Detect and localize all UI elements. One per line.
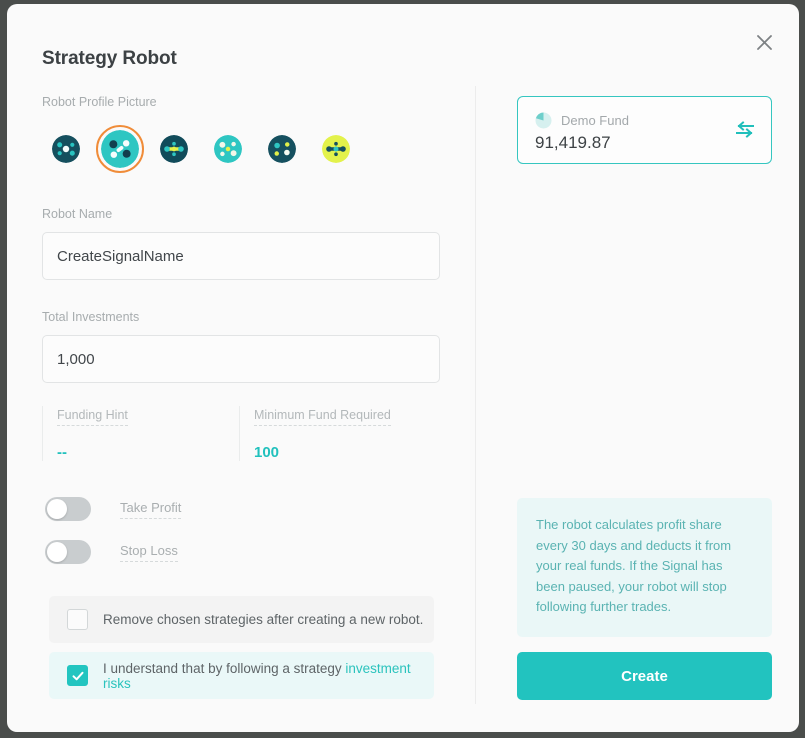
check-icon [72, 671, 83, 680]
avatar-option-6[interactable] [312, 125, 360, 173]
take-profit-row: Take Profit [45, 497, 182, 521]
fund-name: Demo Fund [561, 113, 629, 128]
funding-hint: Funding Hint -- [42, 406, 239, 461]
strategy-robot-dialog: Strategy Robot Robot Profile Picture Rob… [7, 4, 799, 732]
close-icon[interactable] [750, 28, 778, 56]
stop-loss-row: Stop Loss [45, 540, 178, 564]
remove-strategies-label: Remove chosen strategies after creating … [103, 612, 424, 627]
risk-acknowledge-label: I understand that by following a strateg… [103, 661, 434, 691]
robot-avatar-icon [160, 135, 188, 163]
robot-avatar-icon [101, 130, 139, 168]
avatar-section-label: Robot Profile Picture [42, 95, 157, 109]
fund-header: Demo Fund [535, 112, 629, 129]
minimum-fund-required: Minimum Fund Required 100 [239, 406, 436, 461]
fund-drop-icon [535, 112, 552, 129]
total-investments-label: Total Investments [42, 310, 140, 324]
stop-loss-toggle[interactable] [45, 540, 91, 564]
fund-hints: Funding Hint -- Minimum Fund Required 10… [42, 406, 440, 461]
robot-name-input[interactable] [42, 232, 440, 280]
robot-name-label: Robot Name [42, 207, 113, 221]
toggle-knob [47, 499, 67, 519]
remove-strategies-row[interactable]: Remove chosen strategies after creating … [49, 596, 434, 643]
robot-name-group: Robot Name [42, 207, 440, 280]
avatar-option-5[interactable] [258, 125, 306, 173]
risk-acknowledge-checkbox[interactable] [67, 665, 88, 686]
robot-avatar-icon [52, 135, 80, 163]
right-panel: Demo Fund 91,419.87 The robot calculates… [476, 84, 799, 732]
avatar-option-3[interactable] [150, 125, 198, 173]
avatar-picker [42, 125, 360, 173]
fund-amount: 91,419.87 [535, 133, 611, 152]
minimum-fund-value: 100 [254, 444, 280, 461]
remove-strategies-checkbox[interactable] [67, 609, 88, 630]
minimum-fund-label: Minimum Fund Required [254, 408, 391, 426]
robot-avatar-icon [268, 135, 296, 163]
demo-fund-card[interactable]: Demo Fund 91,419.87 [517, 96, 772, 164]
stop-loss-label: Stop Loss [120, 543, 178, 562]
toggle-knob [47, 542, 67, 562]
avatar-option-1[interactable] [42, 125, 90, 173]
risk-acknowledge-text: I understand that by following a strateg… [103, 660, 346, 676]
left-panel: Robot Profile Picture Robot Name CreateS… [7, 84, 475, 732]
robot-avatar-icon [214, 135, 242, 163]
robot-avatar-icon [322, 135, 350, 163]
swap-arrows-icon[interactable] [735, 121, 755, 144]
total-investments-group: Total Investments [42, 310, 440, 383]
funding-hint-label: Funding Hint [57, 408, 128, 426]
create-button[interactable]: Create [517, 652, 772, 700]
avatar-option-4[interactable] [204, 125, 252, 173]
page-title: Strategy Robot [42, 48, 177, 69]
total-investments-input[interactable] [42, 335, 440, 383]
take-profit-label: Take Profit [120, 500, 182, 519]
take-profit-toggle[interactable] [45, 497, 91, 521]
funding-hint-value: -- [57, 444, 67, 461]
risk-acknowledge-row[interactable]: I understand that by following a strateg… [49, 652, 434, 699]
info-box: The robot calculates profit share every … [517, 498, 772, 637]
avatar-option-2[interactable] [96, 125, 144, 173]
